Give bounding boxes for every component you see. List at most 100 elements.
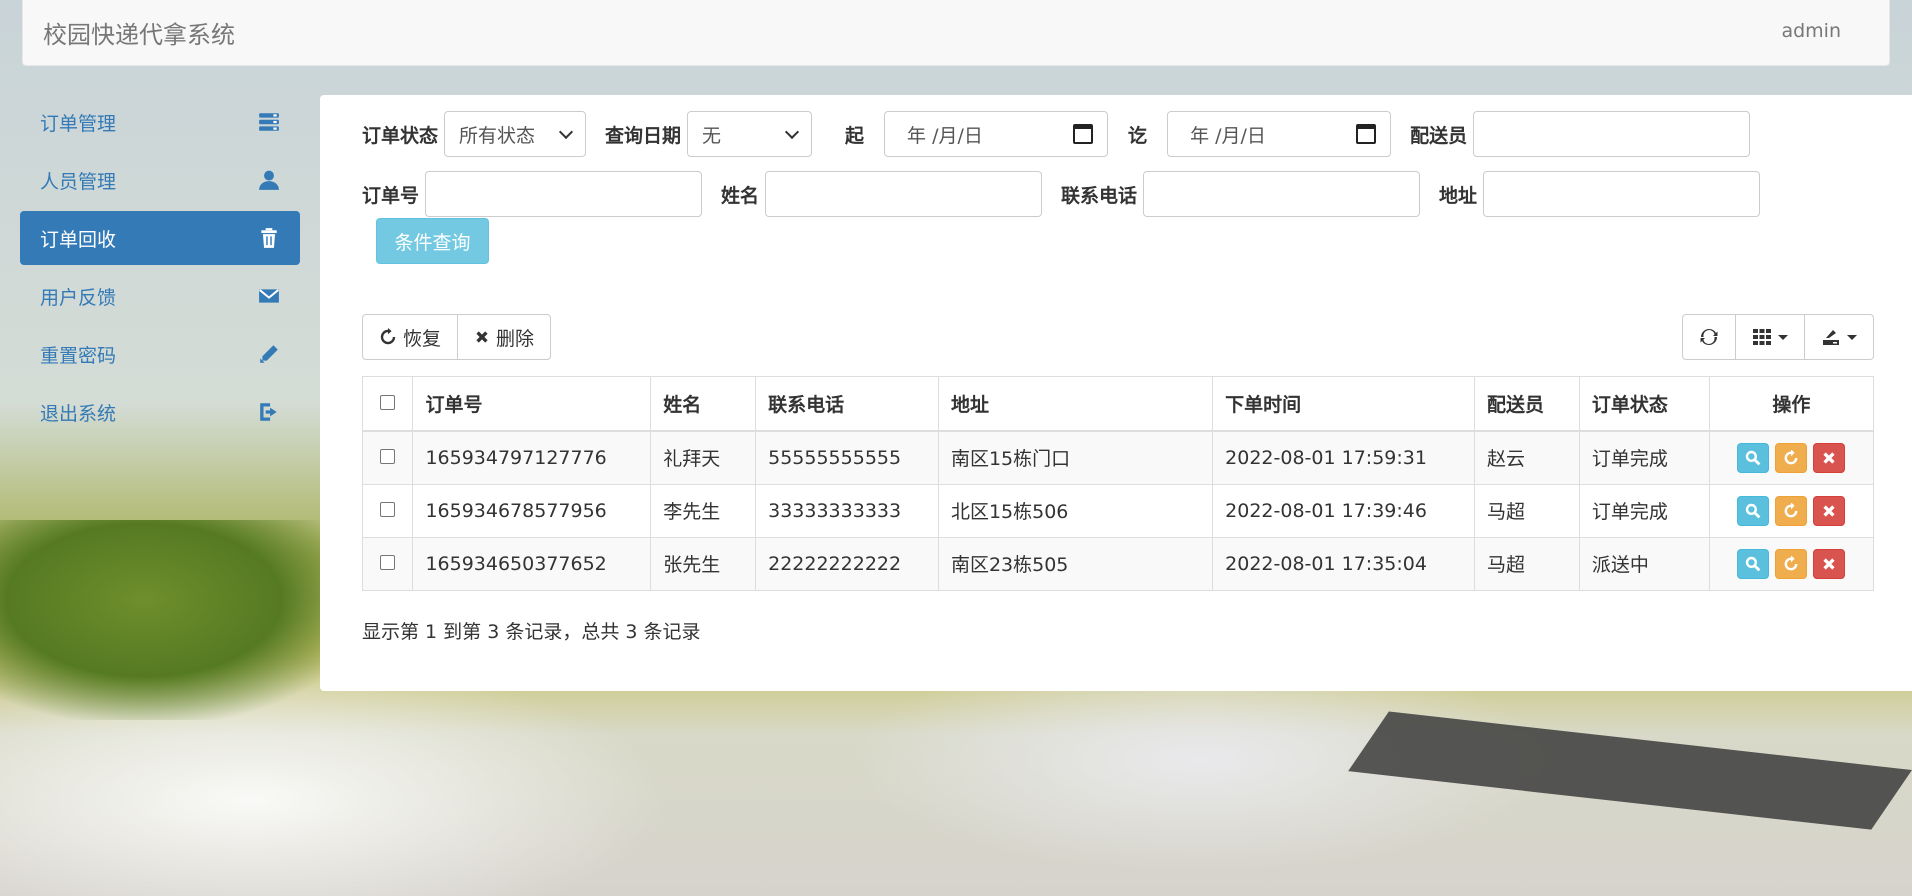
view-button[interactable] [1737, 548, 1770, 579]
export-button[interactable] [1804, 314, 1874, 360]
caret-down-icon [1778, 334, 1788, 340]
calendar-icon[interactable] [1356, 124, 1377, 144]
end-date-placeholder: 年 /月/日 [1190, 124, 1266, 147]
order-status-select[interactable]: 所有状态 [444, 111, 587, 157]
chevron-down-icon [784, 124, 800, 139]
order-status-label: 订单状态 [362, 124, 439, 147]
sidebar-item-order-recycle[interactable]: 订单回收 [20, 211, 300, 265]
query-date-label: 查询日期 [605, 124, 682, 147]
end-date-input[interactable]: 年 /月/日 [1167, 111, 1392, 157]
address-label: 地址 [1439, 184, 1478, 207]
chevron-down-icon [558, 124, 574, 139]
refresh-icon [1784, 502, 1798, 517]
order-no-label: 订单号 [362, 184, 420, 207]
start-date-input[interactable]: 年 /月/日 [884, 111, 1109, 157]
name-cell: 礼拜天 [650, 430, 757, 484]
address-cell: 南区15栋门口 [938, 430, 1214, 484]
caret-down-icon [1847, 334, 1857, 340]
restore-row-button[interactable] [1775, 442, 1808, 473]
courier-label: 配送员 [1410, 124, 1468, 147]
view-button[interactable] [1737, 442, 1770, 473]
order-status-value: 所有状态 [459, 124, 536, 147]
delete-row-button[interactable] [1813, 495, 1846, 526]
actions-cell [1709, 536, 1873, 590]
name-input[interactable] [765, 171, 1043, 217]
name-label: 姓名 [721, 184, 760, 207]
courier-cell: 马超 [1474, 536, 1580, 590]
phone-input[interactable] [1143, 171, 1421, 217]
restore-row-button[interactable] [1775, 495, 1808, 526]
order-no-cell: 165934650377652 [412, 536, 652, 590]
filter-row-2: 订单号 姓名 联系电话 地址 [362, 171, 1761, 217]
restore-button[interactable]: 恢复 [362, 314, 459, 360]
row-select-cell [363, 536, 414, 590]
user-icon [259, 170, 279, 190]
restore-label: 恢复 [403, 327, 442, 350]
address-input[interactable] [1483, 171, 1761, 217]
table-header-row: 订单号 姓名 联系电话 地址 下单时间 配送员 订单状态 操作 [363, 377, 1873, 432]
search-icon [1746, 556, 1761, 572]
sidebar-item-reset-password[interactable]: 重置密码 [20, 327, 300, 381]
row-checkbox[interactable] [380, 501, 396, 517]
column-header[interactable]: 联系电话 [755, 377, 939, 432]
table-row[interactable]: 165934797127776 礼拜天 55555555555 南区15栋门口 … [363, 430, 1873, 484]
sidebar-item-user-feedback[interactable]: 用户反馈 [20, 269, 300, 323]
sidebar-item-staff-management[interactable]: 人员管理 [20, 153, 300, 207]
refresh-icon [1700, 328, 1718, 346]
column-header[interactable]: 配送员 [1474, 377, 1580, 432]
column-header[interactable]: 下单时间 [1212, 377, 1475, 432]
orders-table: 订单号 姓名 联系电话 地址 下单时间 配送员 订单状态 操作 16593479… [362, 376, 1874, 591]
grid-icon [1753, 329, 1771, 345]
tasks-icon [259, 113, 279, 131]
name-cell: 张先生 [650, 536, 757, 590]
status-cell: 订单完成 [1579, 483, 1710, 537]
phone-label: 联系电话 [1061, 184, 1138, 207]
order-time-cell: 2022-08-01 17:35:04 [1212, 536, 1475, 590]
view-button[interactable] [1737, 495, 1770, 526]
top-navbar: 校园快递代拿系统 admin [22, 0, 1890, 66]
query-button[interactable]: 条件查询 [376, 218, 489, 264]
sidebar-item-label: 用户反馈 [40, 286, 117, 309]
table-row[interactable]: 165934650377652 张先生 22222222222 南区23栋505… [363, 536, 1873, 590]
sidebar-item-label: 订单管理 [40, 112, 117, 135]
sidebar-item-label: 人员管理 [40, 170, 117, 193]
envelope-icon [259, 289, 279, 303]
query-date-value: 无 [702, 124, 722, 147]
delete-button[interactable]: 删除 [457, 314, 552, 360]
app-title[interactable]: 校园快递代拿系统 [43, 15, 235, 50]
sidebar-item-label: 重置密码 [40, 344, 117, 367]
column-header[interactable]: 订单状态 [1579, 377, 1710, 432]
calendar-icon[interactable] [1073, 124, 1094, 144]
select-all-checkbox[interactable] [380, 394, 396, 410]
column-header: 操作 [1709, 377, 1873, 432]
order-no-input[interactable] [425, 171, 703, 217]
search-icon [1746, 450, 1761, 466]
delete-row-button[interactable] [1813, 548, 1846, 579]
refresh-icon [380, 328, 396, 345]
user-name[interactable]: admin [1781, 20, 1841, 42]
column-header[interactable]: 订单号 [412, 377, 652, 432]
refresh-table-button[interactable] [1682, 314, 1736, 360]
address-cell: 北区15栋506 [938, 483, 1214, 537]
table-row[interactable]: 165934678577956 李先生 33333333333 北区15栋506… [363, 483, 1873, 537]
row-select-cell [363, 430, 414, 484]
row-checkbox[interactable] [380, 554, 396, 570]
column-header[interactable]: 姓名 [650, 377, 757, 432]
sidebar-item-logout[interactable]: 退出系统 [20, 385, 300, 439]
sidebar-item-order-management[interactable]: 订单管理 [20, 95, 300, 149]
row-checkbox[interactable] [380, 448, 396, 464]
query-date-select[interactable]: 无 [687, 111, 813, 157]
delete-row-button[interactable] [1813, 442, 1846, 473]
courier-input[interactable] [1473, 111, 1751, 157]
column-header[interactable]: 地址 [938, 377, 1214, 432]
columns-toggle-button[interactable] [1735, 314, 1805, 360]
order-no-cell: 165934678577956 [412, 483, 652, 537]
courier-cell: 赵云 [1474, 430, 1580, 484]
sidebar-item-label: 订单回收 [40, 228, 117, 251]
table-toolbar: 恢复 删除 [362, 314, 552, 360]
courier-cell: 马超 [1474, 483, 1580, 537]
restore-row-button[interactable] [1775, 548, 1808, 579]
order-time-cell: 2022-08-01 17:59:31 [1212, 430, 1475, 484]
search-icon [1746, 503, 1761, 518]
background-hill [0, 520, 360, 720]
